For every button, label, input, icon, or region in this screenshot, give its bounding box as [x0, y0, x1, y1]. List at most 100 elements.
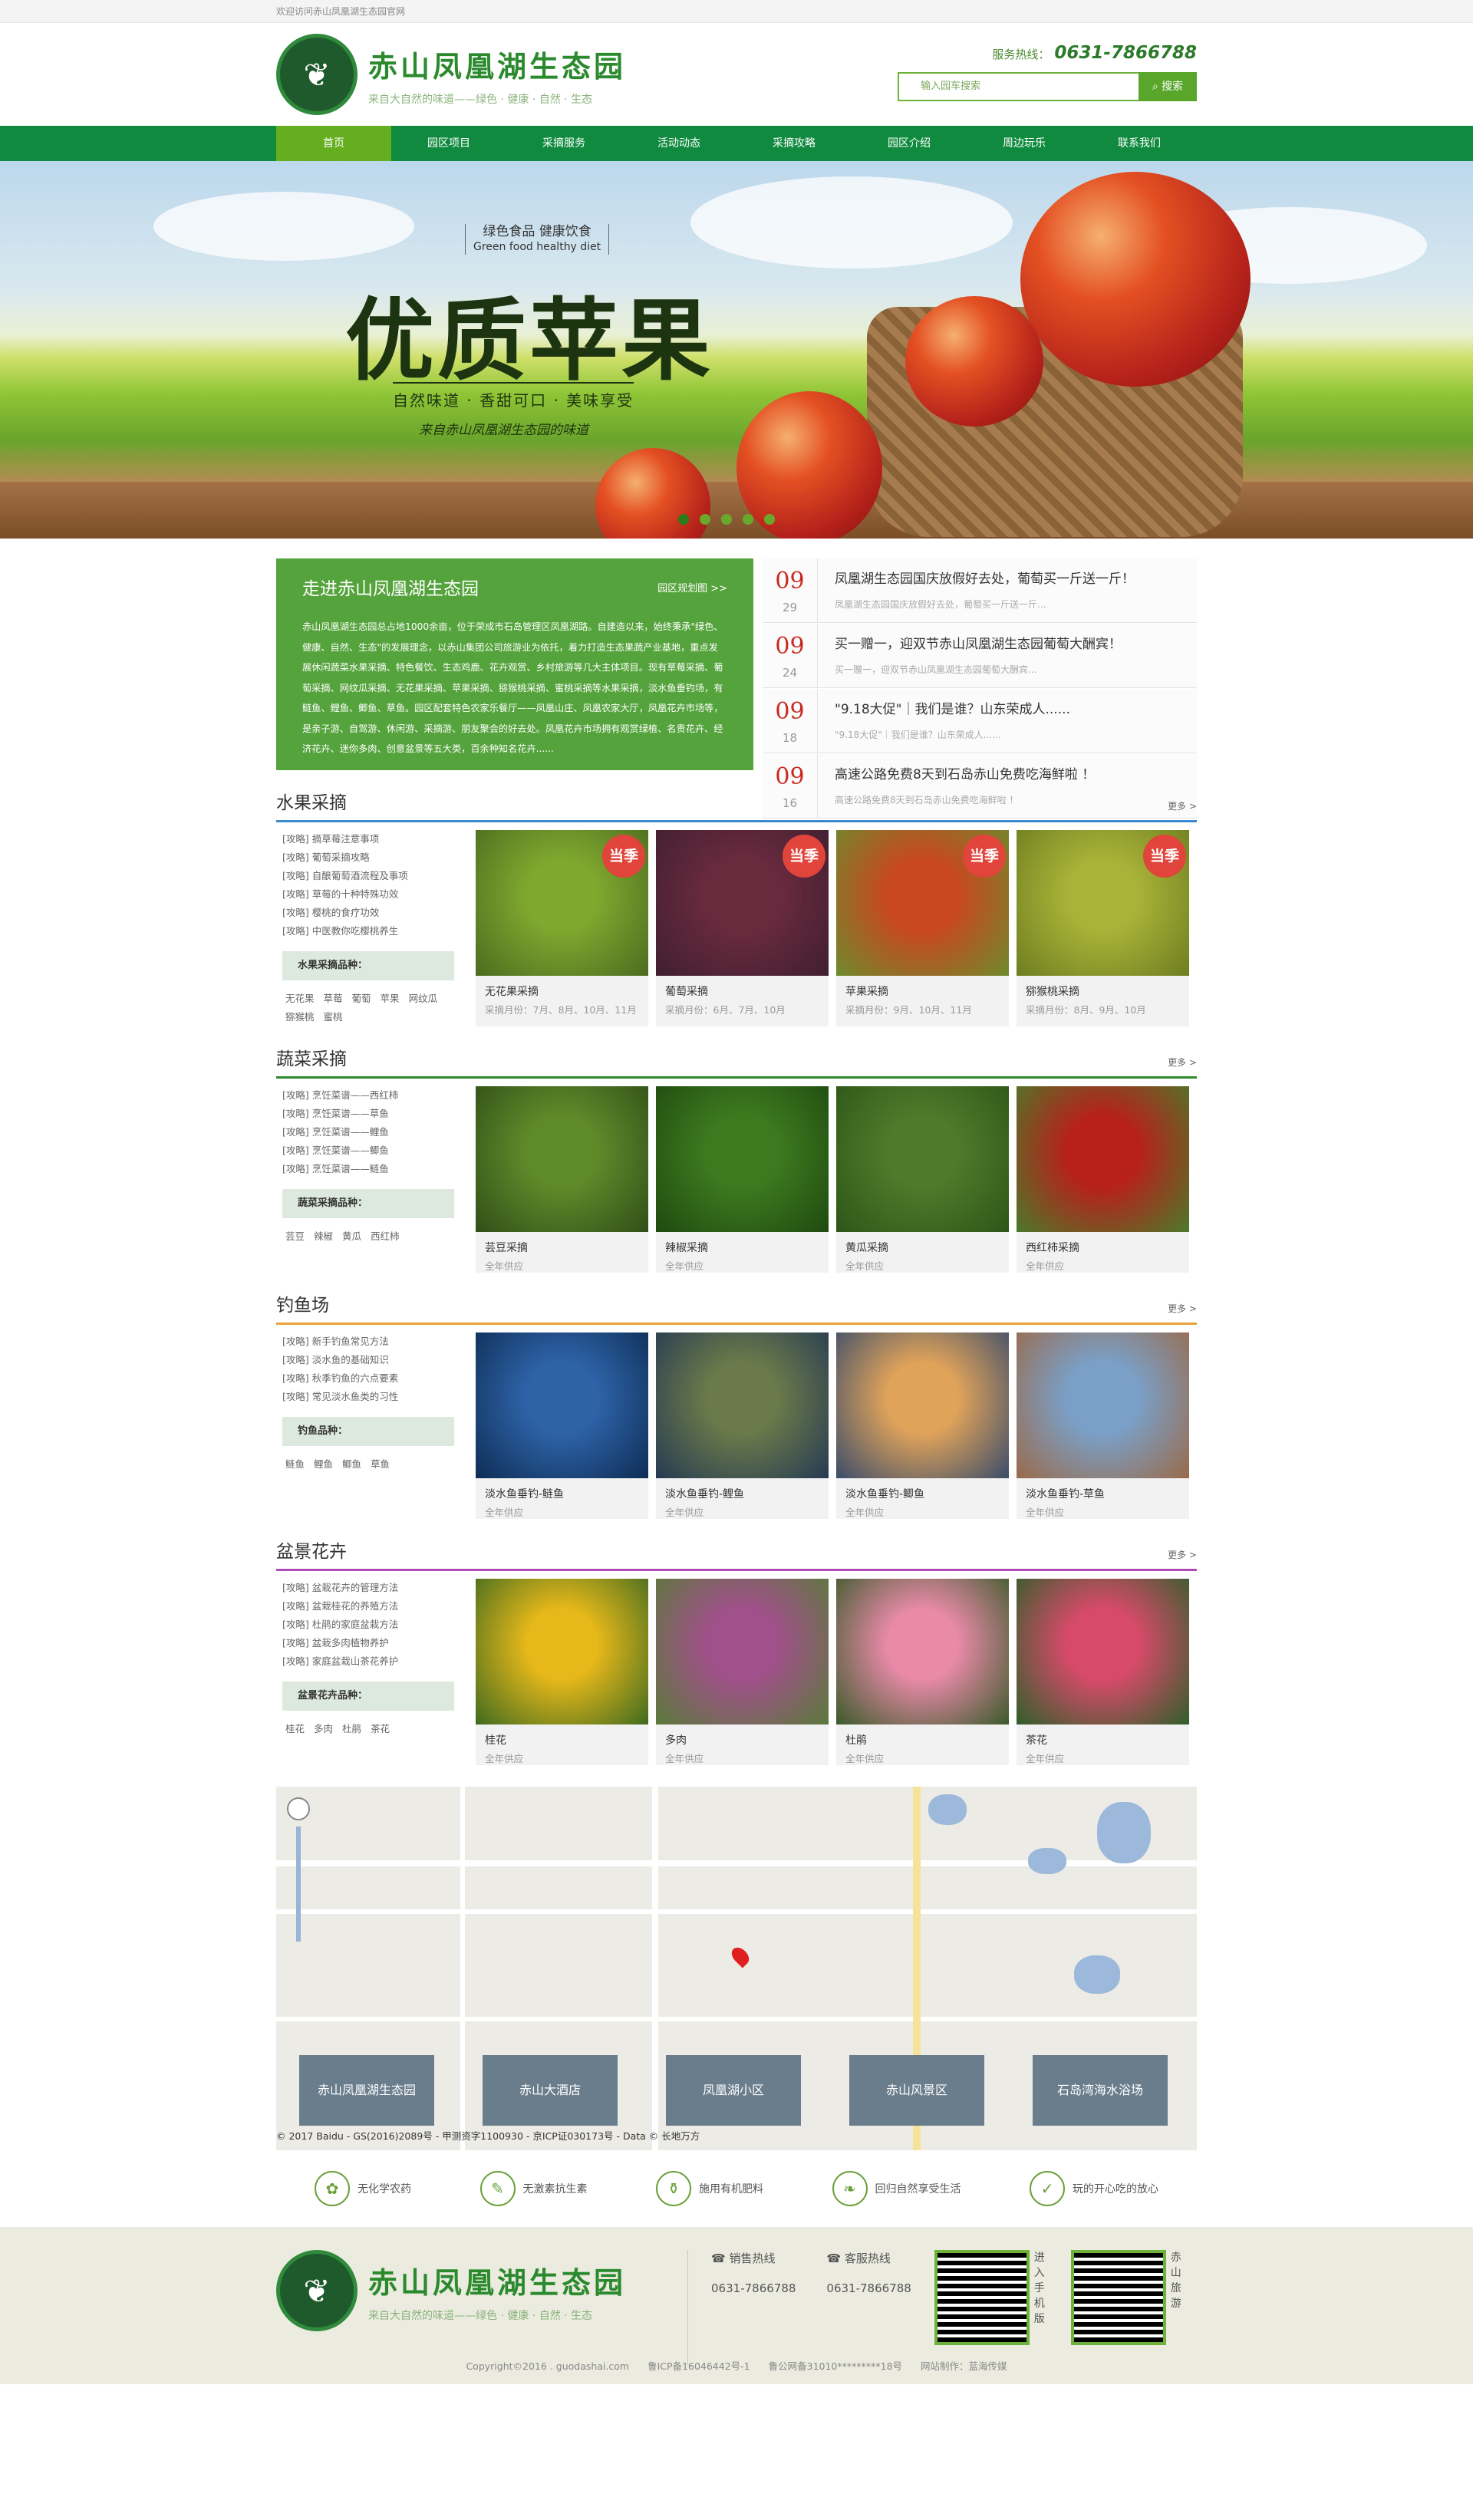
footer-logo[interactable]: ❦ 赤山凤凰湖生态园 来自大自然的味道——绿色 · 健康 · 自然 · 生态 [276, 2250, 626, 2331]
product-card[interactable]: 辣椒采摘 全年供应 [656, 1086, 829, 1273]
variety-tag[interactable]: 蜜桃 [324, 1011, 343, 1023]
product-name[interactable]: 芸豆采摘 [476, 1232, 648, 1255]
slider-dot[interactable] [764, 514, 775, 525]
product-name[interactable]: 杜鹃 [836, 1724, 1009, 1748]
variety-tag[interactable]: 网纹瓜 [409, 993, 438, 1004]
product-card[interactable]: 多肉 全年供应 [656, 1579, 829, 1765]
variety-tag[interactable]: 葡萄 [352, 993, 371, 1004]
guide-link[interactable]: [攻略] 樱桃的食疗功效 [282, 904, 454, 922]
nav-item-about[interactable]: 园区介绍 [852, 126, 967, 161]
product-image[interactable] [476, 1086, 648, 1232]
guide-link[interactable]: [攻略] 中医教你吃樱桃养生 [282, 922, 454, 940]
product-card[interactable]: 当季 苹果采摘 采摘月份：9月、10月、11月 [836, 830, 1009, 1026]
nav-item-nearby[interactable]: 周边玩乐 [967, 126, 1082, 161]
guide-link[interactable]: [攻略] 盆栽花卉的管理方法 [282, 1579, 454, 1597]
product-name[interactable]: 淡水鱼垂钓-草鱼 [1017, 1478, 1189, 1501]
nav-item-picking-service[interactable]: 采摘服务 [506, 126, 621, 161]
product-name[interactable]: 无花果采摘 [476, 976, 648, 999]
slider-dot[interactable] [743, 514, 753, 525]
product-card[interactable]: 淡水鱼垂钓-鲫鱼 全年供应 [836, 1332, 1009, 1519]
variety-tag[interactable]: 芸豆 [285, 1230, 305, 1242]
map-thumb[interactable]: 石岛湾海水浴场 [1033, 2055, 1168, 2126]
product-name[interactable]: 淡水鱼垂钓-鲤鱼 [656, 1478, 829, 1501]
product-card[interactable]: 桂花 全年供应 [476, 1579, 648, 1765]
guide-link[interactable]: [攻略] 草莓的十种特殊功效 [282, 885, 454, 904]
product-image[interactable] [1017, 1332, 1189, 1478]
more-link[interactable]: 更多 > [1168, 1056, 1197, 1076]
guide-link[interactable]: [攻略] 烹饪菜谱——鲢鱼 [282, 1160, 454, 1178]
guide-link[interactable]: [攻略] 杜鹃的家庭盆栽方法 [282, 1616, 454, 1634]
variety-tag[interactable]: 西红柿 [371, 1230, 400, 1242]
product-name[interactable]: 辣椒采摘 [656, 1232, 829, 1255]
product-name[interactable]: 黄瓜采摘 [836, 1232, 1009, 1255]
product-card[interactable]: 当季 猕猴桃采摘 采摘月份：8月、9月、10月 [1017, 830, 1189, 1026]
product-name[interactable]: 猕猴桃采摘 [1017, 976, 1189, 999]
variety-tag[interactable]: 鲤鱼 [314, 1458, 333, 1470]
nav-item-contact[interactable]: 联系我们 [1082, 126, 1197, 161]
hero-banner[interactable]: 绿色食品 健康饮食 Green food healthy diet 优质苹果 自然… [0, 161, 1473, 539]
map-zoom-control[interactable] [287, 1797, 310, 1951]
news-title[interactable]: 买一赠一，迎双节赤山凤凰湖生态园葡萄大酬宾！ [835, 633, 1122, 652]
product-image[interactable] [836, 1332, 1009, 1478]
map-thumb[interactable]: 凤凰湖小区 [666, 2055, 801, 2126]
product-name[interactable]: 茶花 [1017, 1724, 1189, 1748]
search-button[interactable]: ⌕ 搜索 [1139, 72, 1197, 101]
news-title[interactable]: "9.18大促"｜我们是谁？山东荣成人...... [835, 698, 1070, 717]
map-thumb[interactable]: 赤山风景区 [849, 2055, 984, 2126]
more-link[interactable]: 更多 > [1168, 799, 1197, 820]
news-item[interactable]: 09 24 买一赠一，迎双节赤山凤凰湖生态园葡萄大酬宾！ 买一赠一，迎双节赤山凤凰湖生… [763, 624, 1197, 688]
more-link[interactable]: 更多 > [1168, 1548, 1197, 1569]
guide-link[interactable]: [攻略] 秋季钓鱼的六点要素 [282, 1369, 454, 1388]
product-card[interactable]: 当季 无花果采摘 采摘月份：7月、8月、10月、11月 [476, 830, 648, 1026]
guide-link[interactable]: [攻略] 常见淡水鱼类的习性 [282, 1388, 454, 1406]
nav-item-home[interactable]: 首页 [276, 126, 391, 161]
variety-tag[interactable]: 鲢鱼 [285, 1458, 305, 1470]
search-input[interactable]: 输入园车搜索 [898, 72, 1139, 101]
guide-link[interactable]: [攻略] 摘草莓注意事项 [282, 830, 454, 848]
product-card[interactable]: 淡水鱼垂钓-草鱼 全年供应 [1017, 1332, 1189, 1519]
more-link[interactable]: 更多 > [1168, 1302, 1197, 1323]
variety-tag[interactable]: 杜鹃 [342, 1723, 361, 1734]
guide-link[interactable]: [攻略] 新手钓鱼常见方法 [282, 1332, 454, 1351]
guide-link[interactable]: [攻略] 葡萄采摘攻略 [282, 848, 454, 867]
product-card[interactable]: 当季 葡萄采摘 采摘月份：6月、7月、10月 [656, 830, 829, 1026]
variety-tag[interactable]: 猕猴桃 [285, 1011, 315, 1023]
icp[interactable]: 鲁ICP备16046442号-1 [648, 2360, 750, 2372]
product-card[interactable]: 西红柿采摘 全年供应 [1017, 1086, 1189, 1273]
product-name[interactable]: 桂花 [476, 1724, 648, 1748]
product-image[interactable] [656, 1086, 829, 1232]
variety-tag[interactable]: 茶花 [371, 1723, 390, 1734]
variety-tag[interactable]: 草莓 [324, 993, 343, 1004]
news-title[interactable]: 凤凰湖生态园国庆放假好去处，葡萄买一斤送一斤！ [835, 568, 1135, 587]
guide-link[interactable]: [攻略] 家庭盆栽山茶花养护 [282, 1652, 454, 1671]
product-card[interactable]: 杜鹃 全年供应 [836, 1579, 1009, 1765]
product-name[interactable]: 淡水鱼垂钓-鲫鱼 [836, 1478, 1009, 1501]
product-card[interactable]: 黄瓜采摘 全年供应 [836, 1086, 1009, 1273]
guide-link[interactable]: [攻略] 盆栽多肉植物养护 [282, 1634, 454, 1652]
variety-tag[interactable]: 桂花 [285, 1723, 305, 1734]
product-image[interactable]: 当季 [1017, 830, 1189, 976]
news-item[interactable]: 09 29 凤凰湖生态园国庆放假好去处，葡萄买一斤送一斤！ 凤凰湖生态园国庆放假好去处… [763, 558, 1197, 623]
guide-link[interactable]: [攻略] 烹饪菜谱——西红柿 [282, 1086, 454, 1105]
product-name[interactable]: 多肉 [656, 1724, 829, 1748]
product-image[interactable]: 当季 [656, 830, 829, 976]
variety-tag[interactable]: 草鱼 [371, 1458, 390, 1470]
news-item[interactable]: 09 16 高速公路免费8天到石岛赤山免费吃海鲜啦 ！ 高速公路免费8天到石岛赤山免费… [763, 754, 1197, 819]
slider-dot[interactable] [700, 514, 710, 525]
baidu-map[interactable]: 赤山凤凰湖生态园 赤山大酒店 凤凰湖小区 赤山风景区 石岛湾海水浴场 © 201… [276, 1787, 1197, 2150]
product-image[interactable] [1017, 1086, 1189, 1232]
product-card[interactable]: 茶花 全年供应 [1017, 1579, 1189, 1765]
product-card[interactable]: 淡水鱼垂钓-鲤鱼 全年供应 [656, 1332, 829, 1519]
product-name[interactable]: 苹果采摘 [836, 976, 1009, 999]
variety-tag[interactable]: 苹果 [381, 993, 400, 1004]
product-name[interactable]: 葡萄采摘 [656, 976, 829, 999]
guide-link[interactable]: [攻略] 淡水鱼的基础知识 [282, 1351, 454, 1369]
product-card[interactable]: 淡水鱼垂钓-鲢鱼 全年供应 [476, 1332, 648, 1519]
map-thumb[interactable]: 赤山凤凰湖生态园 [299, 2055, 434, 2126]
product-image[interactable]: 当季 [836, 830, 1009, 976]
police-record[interactable]: 鲁公网备31010*********18号 [769, 2360, 902, 2372]
product-name[interactable]: 西红柿采摘 [1017, 1232, 1189, 1255]
map-thumb[interactable]: 赤山大酒店 [483, 2055, 618, 2126]
zoom-slider[interactable] [296, 1827, 301, 1942]
news-title[interactable]: 高速公路免费8天到石岛赤山免费吃海鲜啦 ！ [835, 763, 1095, 782]
